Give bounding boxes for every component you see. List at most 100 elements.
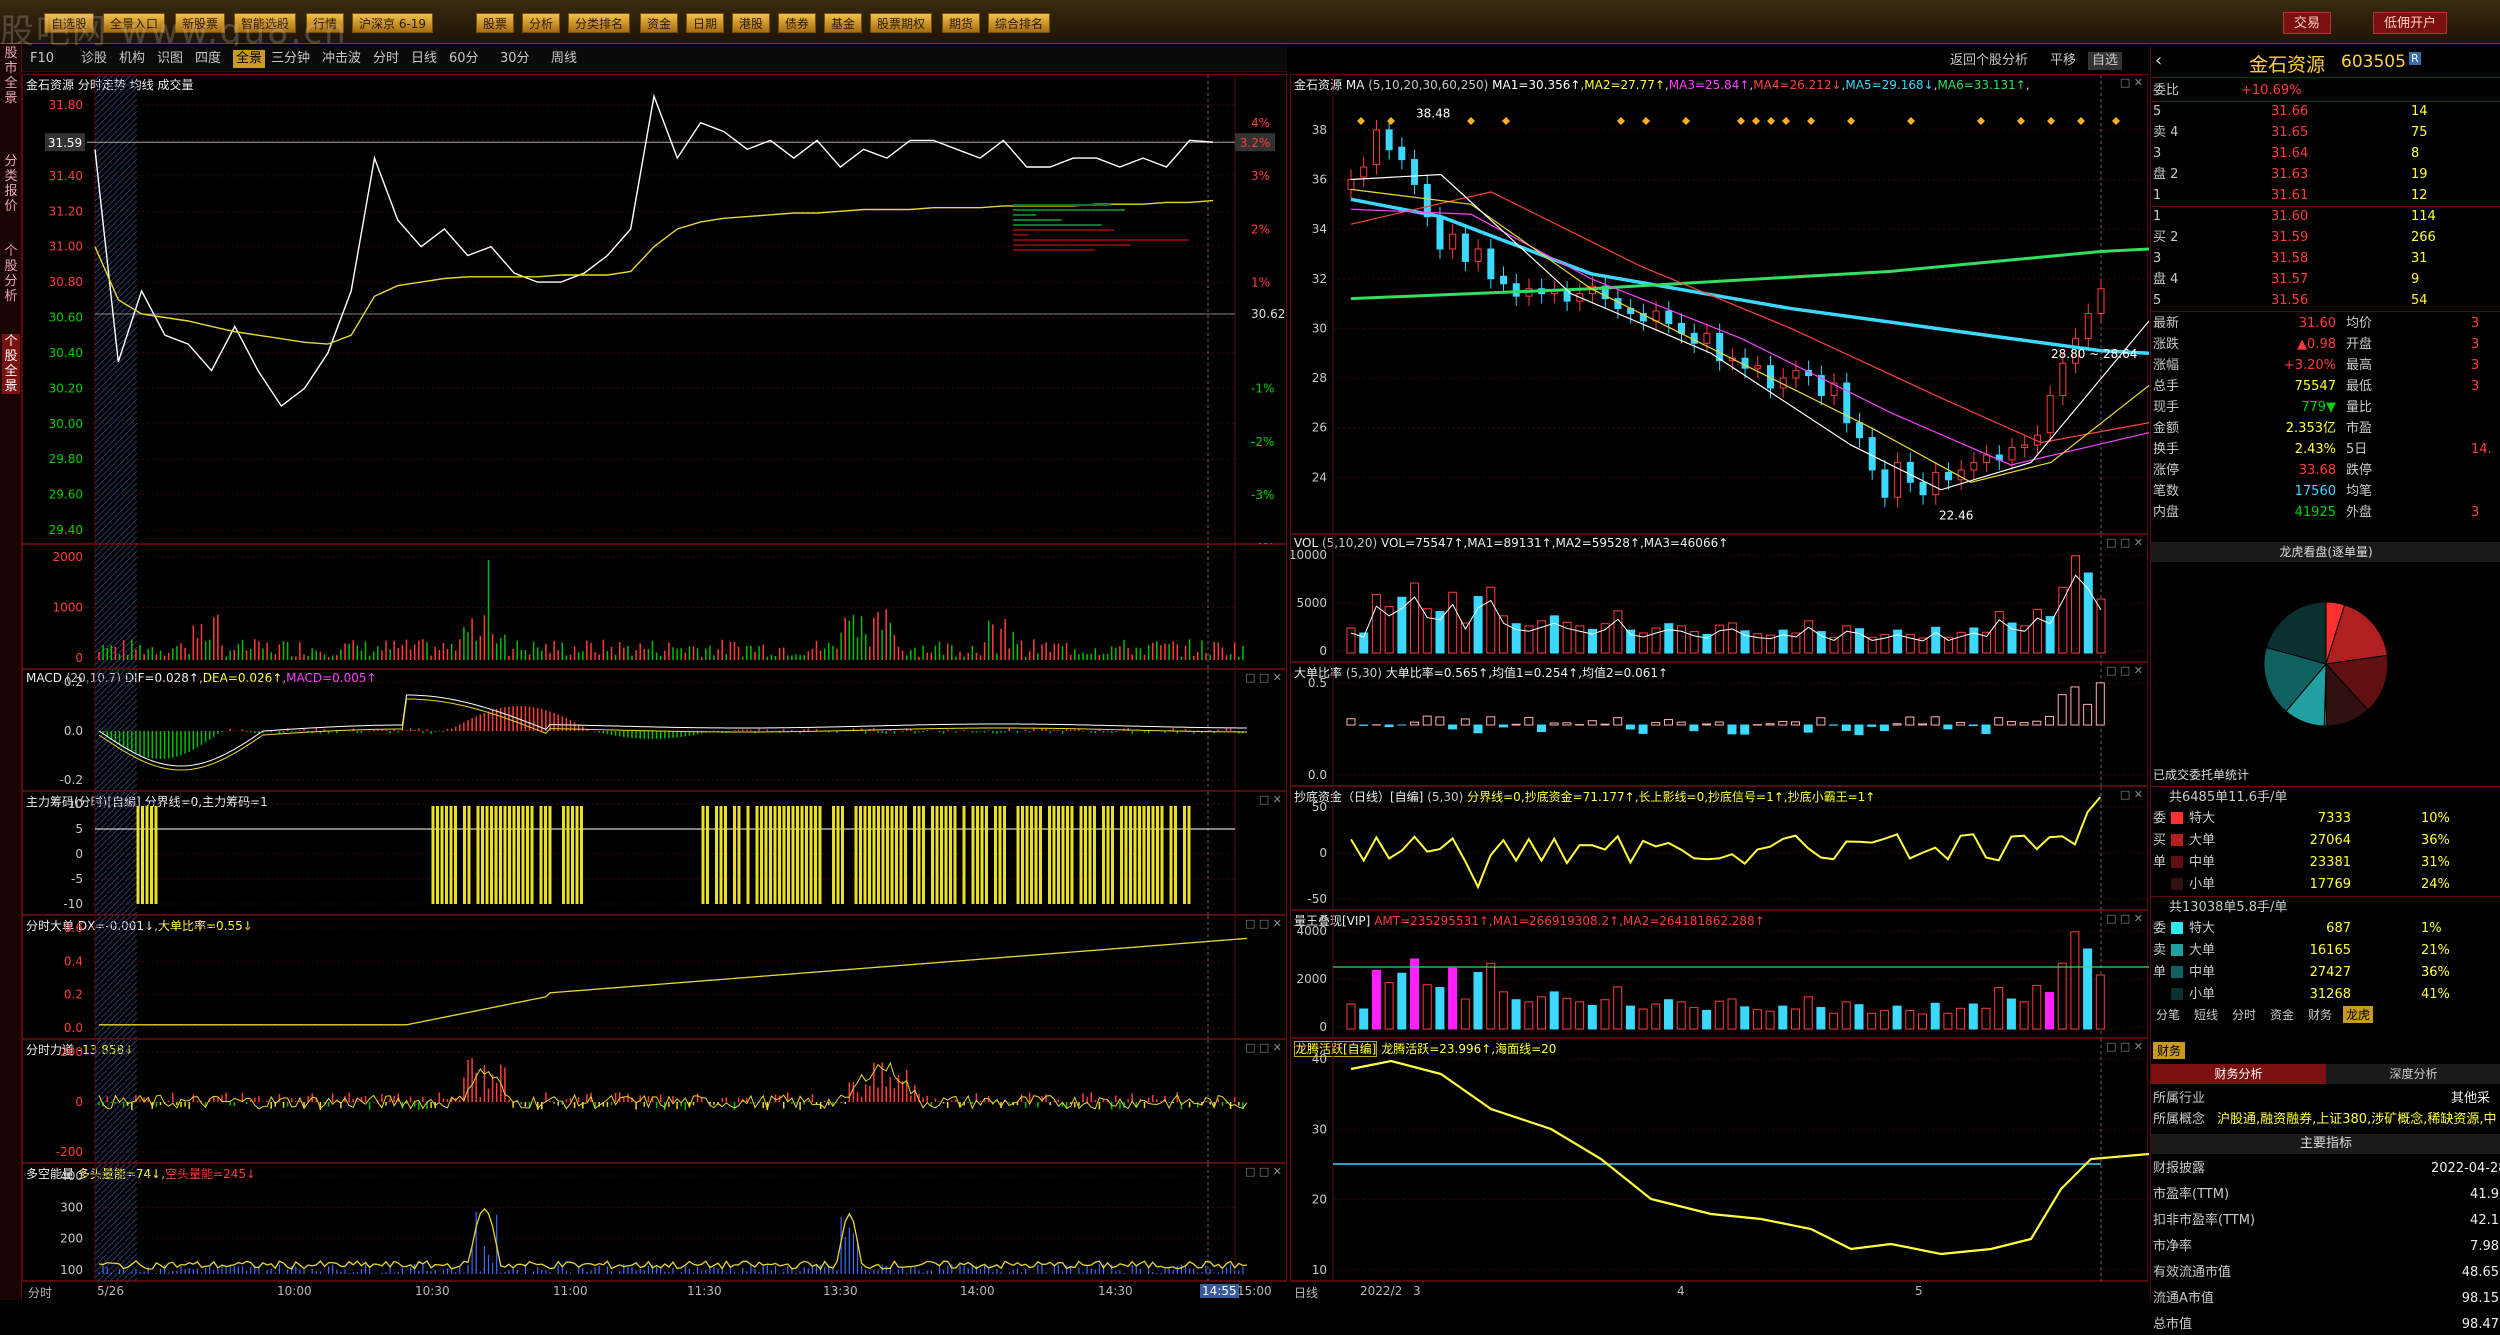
toolbar-item[interactable]: 全景 [233, 50, 265, 68]
vtab-category-quotes[interactable]: 分类报价 [2, 154, 20, 214]
top-menu-item[interactable]: 基金 [824, 13, 862, 33]
quote-row: 531.5654 [2151, 290, 2500, 311]
kline-price-tick: 36 [1312, 172, 1327, 186]
intraday-price-chart[interactable]: 31.8031.6031.4031.2031.0030.8030.6030.40… [23, 75, 1288, 545]
finance-tab[interactable]: 财务 [2153, 1042, 2185, 1059]
top-menu-item[interactable]: 分类排名 [568, 13, 630, 33]
top-menu-item[interactable]: 股票期权 [870, 13, 932, 33]
top-menu-item[interactable]: 综合排名 [988, 13, 1050, 33]
top-menu-item[interactable]: 股票 [476, 13, 514, 33]
vtab-stock-overview[interactable]: 个股全景 [2, 334, 20, 394]
toolbar-item[interactable]: 诊股 [81, 50, 107, 68]
chip-panel[interactable]: 主力筹码(分时)[自编] 分界线=0,主力筹码=1 □ ✕ 1050-5-10 [22, 791, 1287, 915]
kline-panel[interactable]: 金石资源 MA (5,10,20,30,60,250) MA1=30.356↑,… [1290, 74, 2148, 534]
dragon-panel[interactable]: 龙腾活跃[自编] 龙腾活跃=23.996↑,海面线=20 □ □ ✕ 40302… [1290, 1038, 2148, 1281]
amt-bar [1626, 1006, 1634, 1029]
legend-swatch [2171, 922, 2183, 934]
toolbar-item[interactable]: 周线 [551, 50, 577, 68]
bigratio-bar [1588, 721, 1596, 725]
volume-bar [1779, 630, 1787, 653]
axis-tick-label: -10 [63, 897, 83, 911]
quote-row: 331.5831 [2151, 248, 2500, 269]
pan-button[interactable]: 平移 [2050, 52, 2076, 70]
vtab-stock-analysis[interactable]: 个股分析 [2, 244, 20, 304]
top-menu-item[interactable]: 资金 [640, 13, 678, 33]
amt-bar [2058, 963, 2066, 1029]
bottom-fund-panel[interactable]: 抄底资金（日线）[自编] (5,30) 分界线=0,抄底资金=71.177↑,长… [1290, 786, 2148, 910]
sell-price: 31.64 [2271, 143, 2308, 164]
toolbar-item[interactable]: 分时 [373, 50, 399, 68]
top-menu-item[interactable]: 沪深京 6-19 [352, 13, 433, 33]
top-menu-item[interactable]: 港股 [732, 13, 770, 33]
candle-body [1717, 333, 1723, 360]
bigratio-panel[interactable]: 大单比率 (5,30) 大单比率=0.565↑,均值1=0.254↑,均值2=0… [1290, 662, 2148, 786]
toolbar-item[interactable]: 冲击波 [322, 50, 361, 68]
bigorder-panel[interactable]: 分时大单 DX=-0.001↓,大单比率=0.55↓ □ □ ✕ 0.60.40… [22, 915, 1287, 1039]
volume-bar [2033, 609, 2041, 653]
concept-row: 所属概念沪股通,融资融券,上证380,涉矿概念,稀缺资源,中 [2151, 1109, 2500, 1130]
dragon-tiger-tab[interactable]: 分时 [2229, 1006, 2259, 1023]
sell-level-label: 1 [2153, 185, 2161, 206]
quote-row: 涨跌▲0.98开盘3 [2151, 334, 2500, 355]
order-group-header: 共6485单11.6手/单 [2151, 786, 2500, 807]
volume-bar [2072, 556, 2080, 653]
kline-price-tick: 38 [1312, 123, 1327, 137]
top-menu-item[interactable]: 日期 [686, 13, 724, 33]
current-price-label: 31.59 [48, 136, 82, 150]
finance-indicator-row: 财报披露2022-04-28 [2151, 1158, 2500, 1179]
toolbar-item[interactable]: 识图 [157, 50, 183, 68]
axis-tick-label: -5 [71, 872, 83, 886]
vtab-market-overview[interactable]: 股市全景 [2, 46, 20, 106]
back-to-analysis-button[interactable]: 返回个股分析 [1950, 52, 2028, 70]
pct-tick-label: -2% [1251, 435, 1274, 449]
volume-bar [1423, 609, 1431, 653]
macd-panel[interactable]: MACD (20,10,7) DIF=0.028↑,DEA=0.026↑,MAC… [22, 669, 1287, 791]
toolbar-item[interactable]: 30分 [500, 50, 530, 68]
volume-bar [1627, 630, 1635, 653]
kline-chart[interactable]: 383634323028262438.4822.4628.80 ~ 28.64 [1291, 75, 2149, 535]
volume-bar [1436, 612, 1444, 653]
intraday-volume-panel[interactable]: 200010000 [22, 544, 1287, 669]
period-select[interactable]: 分时 [28, 1284, 52, 1301]
energy-panel[interactable]: 多空能量 多头量能=74↓,空头量能=245↓ □ □ ✕ 4003002001… [22, 1163, 1287, 1281]
kline-period-select[interactable]: 日线 [1294, 1284, 1318, 1301]
bigratio-bar [2058, 695, 2066, 725]
toolbar-item[interactable]: 三分钟 [271, 50, 310, 68]
axis-tick-label: 0.6 [64, 921, 83, 935]
force-panel[interactable]: 分时力道 -13.858↓ □ □ ✕ 2000-200 [22, 1039, 1287, 1163]
webi-label: 委比 [2153, 80, 2179, 101]
dragon-tiger-tab[interactable]: 财务 [2305, 1006, 2335, 1023]
intraday-panel[interactable]: 金石资源 分时走势 均线 成交量 31.8031.6031.4031.2031.… [22, 74, 1287, 544]
stat-value: 75547 [2261, 376, 2336, 397]
stat-label: 涨幅 [2153, 355, 2179, 376]
top-menu-item[interactable]: 期货 [942, 13, 980, 33]
amt-panel[interactable]: 量王叠现[VIP] AMT=235295531↑,MA1=266919308.2… [1290, 910, 2148, 1038]
back-arrow-icon[interactable]: ‹ [2155, 50, 2162, 71]
kline-price-tick: 28 [1312, 371, 1327, 385]
toolbar-item[interactable]: 日线 [411, 50, 437, 68]
toolbar-item[interactable]: F10 [30, 50, 54, 68]
volume-bar [2084, 573, 2092, 653]
quote-row: 盘 231.6319 [2151, 164, 2500, 185]
dragon-tiger-tab[interactable]: 分笔 [2153, 1006, 2183, 1023]
finance-analysis-tab[interactable]: 财务分析 [2151, 1064, 2326, 1084]
top-menu-item[interactable]: 债券 [778, 13, 816, 33]
deep-analysis-tab[interactable]: 深度分析 [2326, 1064, 2500, 1084]
toolbar-item[interactable]: 机构 [119, 50, 145, 68]
sell-volume: 8 [2411, 143, 2419, 164]
amt-bar [1563, 998, 1571, 1029]
kline-price-tick: 30 [1312, 321, 1327, 335]
open-account-button[interactable]: 低佣开户 [2373, 12, 2447, 34]
top-menu-item[interactable]: 分析 [522, 13, 560, 33]
toolbar-item[interactable]: 四度 [195, 50, 221, 68]
toolbar-item[interactable]: 60分 [449, 50, 479, 68]
dragon-tiger-tab[interactable]: 龙虎 [2343, 1006, 2373, 1023]
dragon-tiger-tab[interactable]: 短线 [2191, 1006, 2221, 1023]
price-tick-label: 29.60 [49, 488, 83, 502]
dragon-tiger-tab[interactable]: 资金 [2267, 1006, 2297, 1023]
watchlist-select[interactable]: 自选 [2088, 52, 2122, 70]
trade-button[interactable]: 交易 [2283, 12, 2331, 34]
bigratio-bar [1842, 725, 1850, 730]
vol-panel[interactable]: VOL (5,10,20) VOL=75547↑,MA1=89131↑,MA2=… [1290, 534, 2148, 662]
axis-tick-label: 10 [68, 797, 83, 811]
